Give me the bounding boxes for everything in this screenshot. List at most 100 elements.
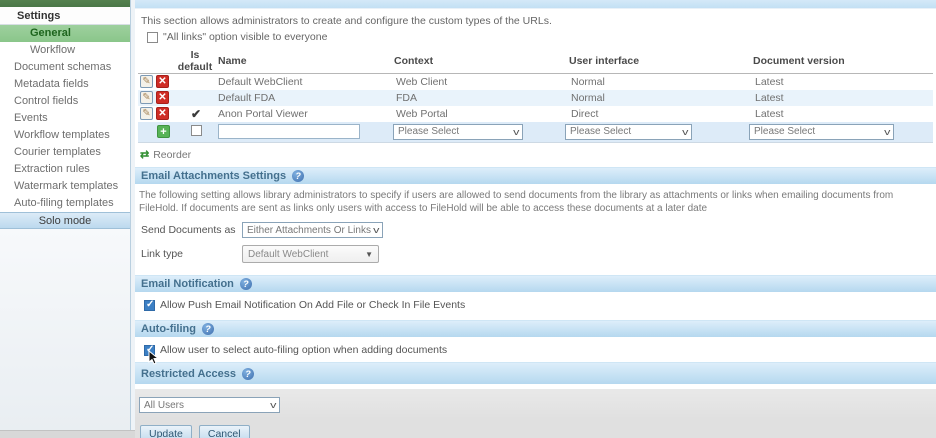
sidebar-item-control-fields[interactable]: Control fields [0,93,130,110]
document-version-cell: Latest [755,107,784,120]
name-column-header: Name [216,49,384,74]
reorder-label: Reorder [153,148,192,161]
email-notification-title: Email Notification [141,277,234,290]
chevron-down-icon: v [681,126,688,137]
name-cell: Default WebClient [218,75,303,88]
reorder-icon: ⇄ [140,149,150,161]
help-icon[interactable]: ? [292,170,305,182]
sidebar-item-auto-filing-templates[interactable]: Auto-filing templates [0,195,130,212]
auto-filing-checkbox[interactable] [144,344,155,356]
sidebar-filler [0,229,130,430]
settings-page: Settings General Workflow Document schem… [0,0,936,438]
auto-filing-label: Allow user to select auto-filing option … [160,344,448,356]
table-row: ✎ ✕ ✔ Anon Portal Viewer Web Portal Direc… [138,106,933,122]
delete-icon[interactable]: ✕ [156,107,169,120]
is-default-checkmark-icon: ✔ [190,106,202,121]
restricted-access-body: All Users v [135,389,936,419]
sidebar-item-metadata-fields[interactable]: Metadata fields [0,76,130,93]
main-content: This section allows administrators to cr… [135,0,936,438]
settings-sidebar: Settings General Workflow Document schem… [0,0,131,430]
new-url-name-input[interactable] [218,124,360,140]
add-url-row: + Please Select v Please Select v Please S… [138,121,933,143]
name-cell: Default FDA [218,91,276,104]
user-interface-cell: Normal [571,75,605,88]
is-default-cell [174,74,216,90]
sidebar-item-solo-mode[interactable]: Solo mode [0,212,130,229]
push-email-notification-checkbox[interactable] [144,299,155,311]
update-button[interactable]: Update [140,425,192,438]
auto-filing-section-header: Auto-filing ? [135,320,936,337]
chevron-down-icon: v [269,400,276,410]
help-icon[interactable]: ? [201,323,214,335]
send-documents-select[interactable]: Either Attachments Or Links v [242,222,383,238]
user-interface-column-header: User interface [549,49,737,74]
sidebar-item-general[interactable]: General [0,25,130,42]
chevron-down-icon: v [883,126,890,137]
delete-icon[interactable]: ✕ [156,91,169,104]
table-row: ✎ ✕ Default WebClient Web Client Normal L… [138,74,933,90]
sidebar-item-workflow[interactable]: Workflow [0,42,130,59]
custom-urls-table: Is default Name Context User interface D… [138,49,933,143]
sidebar-item-events[interactable]: Events [0,110,130,127]
form-buttons-row: Update Cancel [135,419,936,438]
sidebar-header: Settings [0,7,130,25]
sidebar-item-watermark-templates[interactable]: Watermark templates [0,178,130,195]
document-version-cell: Latest [755,75,784,88]
sidebar-item-document-schemas[interactable]: Document schemas [0,59,130,76]
restricted-access-title: Restricted Access [141,367,236,380]
chevron-down-icon: v [372,225,379,235]
reorder-link[interactable]: ⇄ Reorder [140,148,936,162]
edit-icon[interactable]: ✎ [140,107,153,120]
link-type-row: Link type Default WebClient ▼ [141,245,936,263]
is-default-cell [174,90,216,106]
link-type-select[interactable]: Default WebClient ▼ [242,245,379,263]
push-email-notification-row: Allow Push Email Notification On Add Fil… [144,299,936,311]
user-interface-cell: Direct [571,107,599,120]
help-icon[interactable]: ? [241,367,254,380]
email-attachments-section-header: Email Attachments Settings ? [135,167,936,184]
sidebar-item-courier-templates[interactable]: Courier templates [0,144,130,161]
email-attachments-description: The following setting allows library adm… [139,190,894,214]
all-links-checkbox[interactable] [147,31,158,43]
chevron-down-icon: v [512,126,519,137]
delete-icon[interactable]: ✕ [156,75,169,89]
is-default-column-header: Is default [174,49,216,74]
actions-column-header [138,49,174,74]
user-interface-cell: Normal [571,91,605,104]
all-links-label: "All links" option visible to everyone [163,31,328,43]
cut-off-section-header [135,0,936,9]
restricted-access-select[interactable]: All Users v [139,397,280,413]
dropdown-arrow-icon: ▼ [365,249,373,259]
table-row: ✎ ✕ Default FDA FDA Normal Latest [138,89,933,106]
sidebar-top-green-bar [0,0,130,7]
document-version-cell: Latest [755,91,784,104]
new-url-context-select[interactable]: Please Select v [393,123,523,140]
new-url-document-version-select[interactable]: Please Select v [749,123,894,140]
add-icon[interactable]: + [157,125,170,139]
send-documents-label: Send Documents as [141,224,236,236]
custom-urls-intro-text: This section allows administrators to cr… [141,15,552,27]
document-version-column-header: Document version [737,49,933,74]
push-email-notification-label: Allow Push Email Notification On Add Fil… [160,299,466,311]
edit-icon[interactable]: ✎ [140,75,153,89]
help-icon[interactable]: ? [239,278,252,290]
context-cell: Web Portal [396,107,448,120]
edit-icon[interactable]: ✎ [140,91,153,104]
all-links-row: "All links" option visible to everyone [147,31,936,43]
link-type-label: Link type [141,248,184,260]
context-column-header: Context [384,49,549,74]
auto-filing-option-row: Allow user to select auto-filing option … [144,344,936,365]
context-cell: FDA [396,91,417,104]
send-documents-row: Send Documents as Either Attachments Or … [141,222,936,238]
cancel-button[interactable]: Cancel [198,425,250,438]
table-header-row: Is default Name Context User interface D… [138,49,933,74]
name-cell: Anon Portal Viewer [218,107,308,120]
email-attachments-title: Email Attachments Settings [141,169,287,182]
new-row-is-default-checkbox[interactable] [190,124,202,136]
restricted-access-section-header: Restricted Access ? [135,362,936,384]
context-cell: Web Client [396,75,448,88]
new-url-user-interface-select[interactable]: Please Select v [565,123,692,140]
email-notification-section-header: Email Notification ? [135,275,936,292]
sidebar-item-extraction-rules[interactable]: Extraction rules [0,161,130,178]
sidebar-item-workflow-templates[interactable]: Workflow templates [0,127,130,144]
